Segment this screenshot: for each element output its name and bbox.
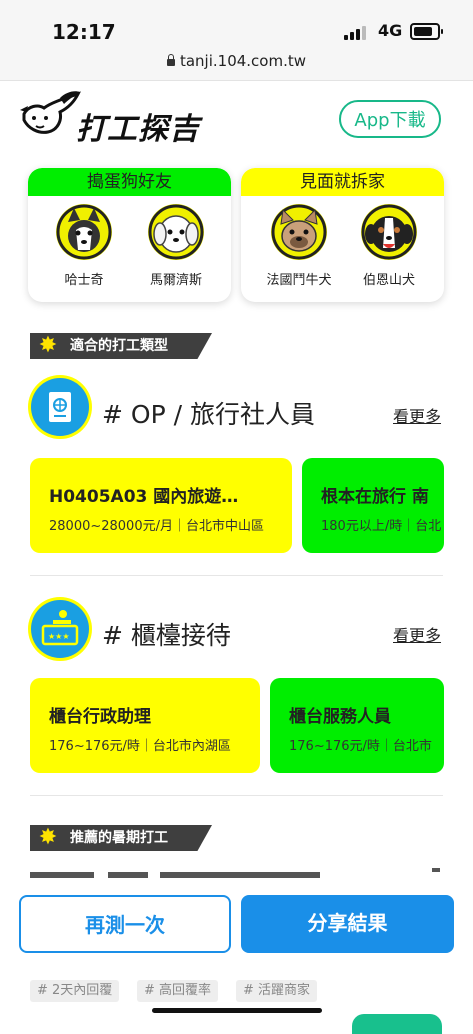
dog-card-destroyers[interactable]: 見面就拆家 法國鬥牛犬 伯恩山犬 — [241, 168, 444, 302]
logo-text[interactable]: 打工探吉 — [76, 104, 200, 148]
svg-text:★★★: ★★★ — [48, 632, 70, 641]
maltese-icon — [148, 204, 204, 260]
dog-item-bernese[interactable]: 伯恩山犬 — [345, 204, 433, 288]
section-label: 適合的打工類型 — [70, 338, 168, 354]
job-card[interactable]: 櫃台服務人員 176~176元/時｜台北市 — [270, 678, 444, 773]
tag-chip: # 高回覆率 — [137, 980, 219, 1002]
browser-url-bar[interactable]: tanji.104.com.tw — [0, 52, 473, 81]
dog-name: 馬爾濟斯 — [149, 273, 202, 288]
share-result-button[interactable]: 分享結果 — [241, 895, 454, 953]
starburst-icon: ✸ — [38, 333, 58, 358]
tag-chip: # 活躍商家 — [236, 980, 318, 1002]
job-salary-location: 176~176元/時｜台北市 — [289, 739, 432, 754]
job-title: 櫃台服務人員 — [289, 707, 391, 727]
dog-name: 法國鬥牛犬 — [266, 273, 332, 288]
lock-icon — [166, 54, 175, 66]
retry-button[interactable]: 再測一次 — [19, 895, 231, 953]
job-card[interactable]: H0405A03 國內旅遊… 28000~28000元/月｜台北市中山區 — [30, 458, 292, 553]
see-more-link[interactable]: 看更多 — [393, 403, 441, 427]
dog-card-title: 搗蛋狗好友 — [28, 168, 231, 196]
dog-item-husky[interactable]: 哈士奇 — [40, 204, 128, 288]
url-text: tanji.104.com.tw — [0, 52, 473, 70]
job-card[interactable]: 根本在旅行 南 180元以上/時｜台北 — [302, 458, 444, 553]
job-title: 根本在旅行 南 — [321, 487, 429, 507]
status-bar: 12:17 4G — [0, 0, 473, 52]
divider — [30, 575, 443, 576]
job-salary-location: 176~176元/時｜台北市內湖區 — [49, 739, 231, 754]
job-salary-location: 180元以上/時｜台北 — [321, 519, 442, 534]
job-card[interactable]: 櫃台行政助理 176~176元/時｜台北市內湖區 — [30, 678, 260, 773]
husky-icon — [56, 204, 112, 260]
dog-name: 伯恩山犬 — [362, 273, 415, 288]
job-title: H0405A03 國內旅遊… — [49, 487, 239, 507]
passport-icon — [28, 375, 92, 439]
battery-icon — [410, 23, 443, 40]
signal-icon — [344, 24, 370, 40]
network-type: 4G — [378, 21, 403, 40]
floating-action-peek[interactable] — [352, 1014, 442, 1034]
status-time: 12:17 — [52, 20, 116, 44]
app-download-button[interactable]: App下載 — [339, 100, 441, 138]
section-badge-suitable: ✸ 適合的打工類型 — [30, 333, 212, 359]
section-badge-summer: ✸ 推薦的暑期打工 — [30, 825, 212, 851]
bernese-mountain-dog-icon — [361, 204, 417, 260]
site-header: 打工探吉 App下載 — [0, 82, 473, 160]
dog-logo-icon — [20, 91, 81, 134]
url-label: tanji.104.com.tw — [179, 52, 307, 70]
category-title-reception: # 櫃檯接待 — [102, 621, 231, 650]
category-title-op-travel: # OP / 旅行社人員 — [102, 400, 315, 429]
job-title: 櫃台行政助理 — [49, 707, 151, 727]
tag-chip: # 2天內回覆 — [30, 980, 120, 1002]
divider — [30, 795, 443, 796]
dog-card-title: 見面就拆家 — [241, 168, 444, 196]
clipped-content-row — [30, 868, 450, 880]
home-indicator[interactable] — [152, 1008, 322, 1013]
dog-item-maltese[interactable]: 馬爾濟斯 — [132, 204, 220, 288]
section-label: 推薦的暑期打工 — [70, 830, 168, 846]
starburst-icon: ✸ — [38, 825, 58, 850]
see-more-link[interactable]: 看更多 — [393, 622, 441, 646]
reception-desk-icon: ★★★ — [28, 597, 92, 661]
dog-item-french-bulldog[interactable]: 法國鬥牛犬 — [255, 204, 343, 288]
french-bulldog-icon — [271, 204, 327, 260]
dog-name: 哈士奇 — [64, 273, 104, 288]
dog-card-friends[interactable]: 搗蛋狗好友 哈士奇 馬爾濟斯 — [28, 168, 231, 302]
job-salary-location: 28000~28000元/月｜台北市中山區 — [49, 519, 264, 534]
